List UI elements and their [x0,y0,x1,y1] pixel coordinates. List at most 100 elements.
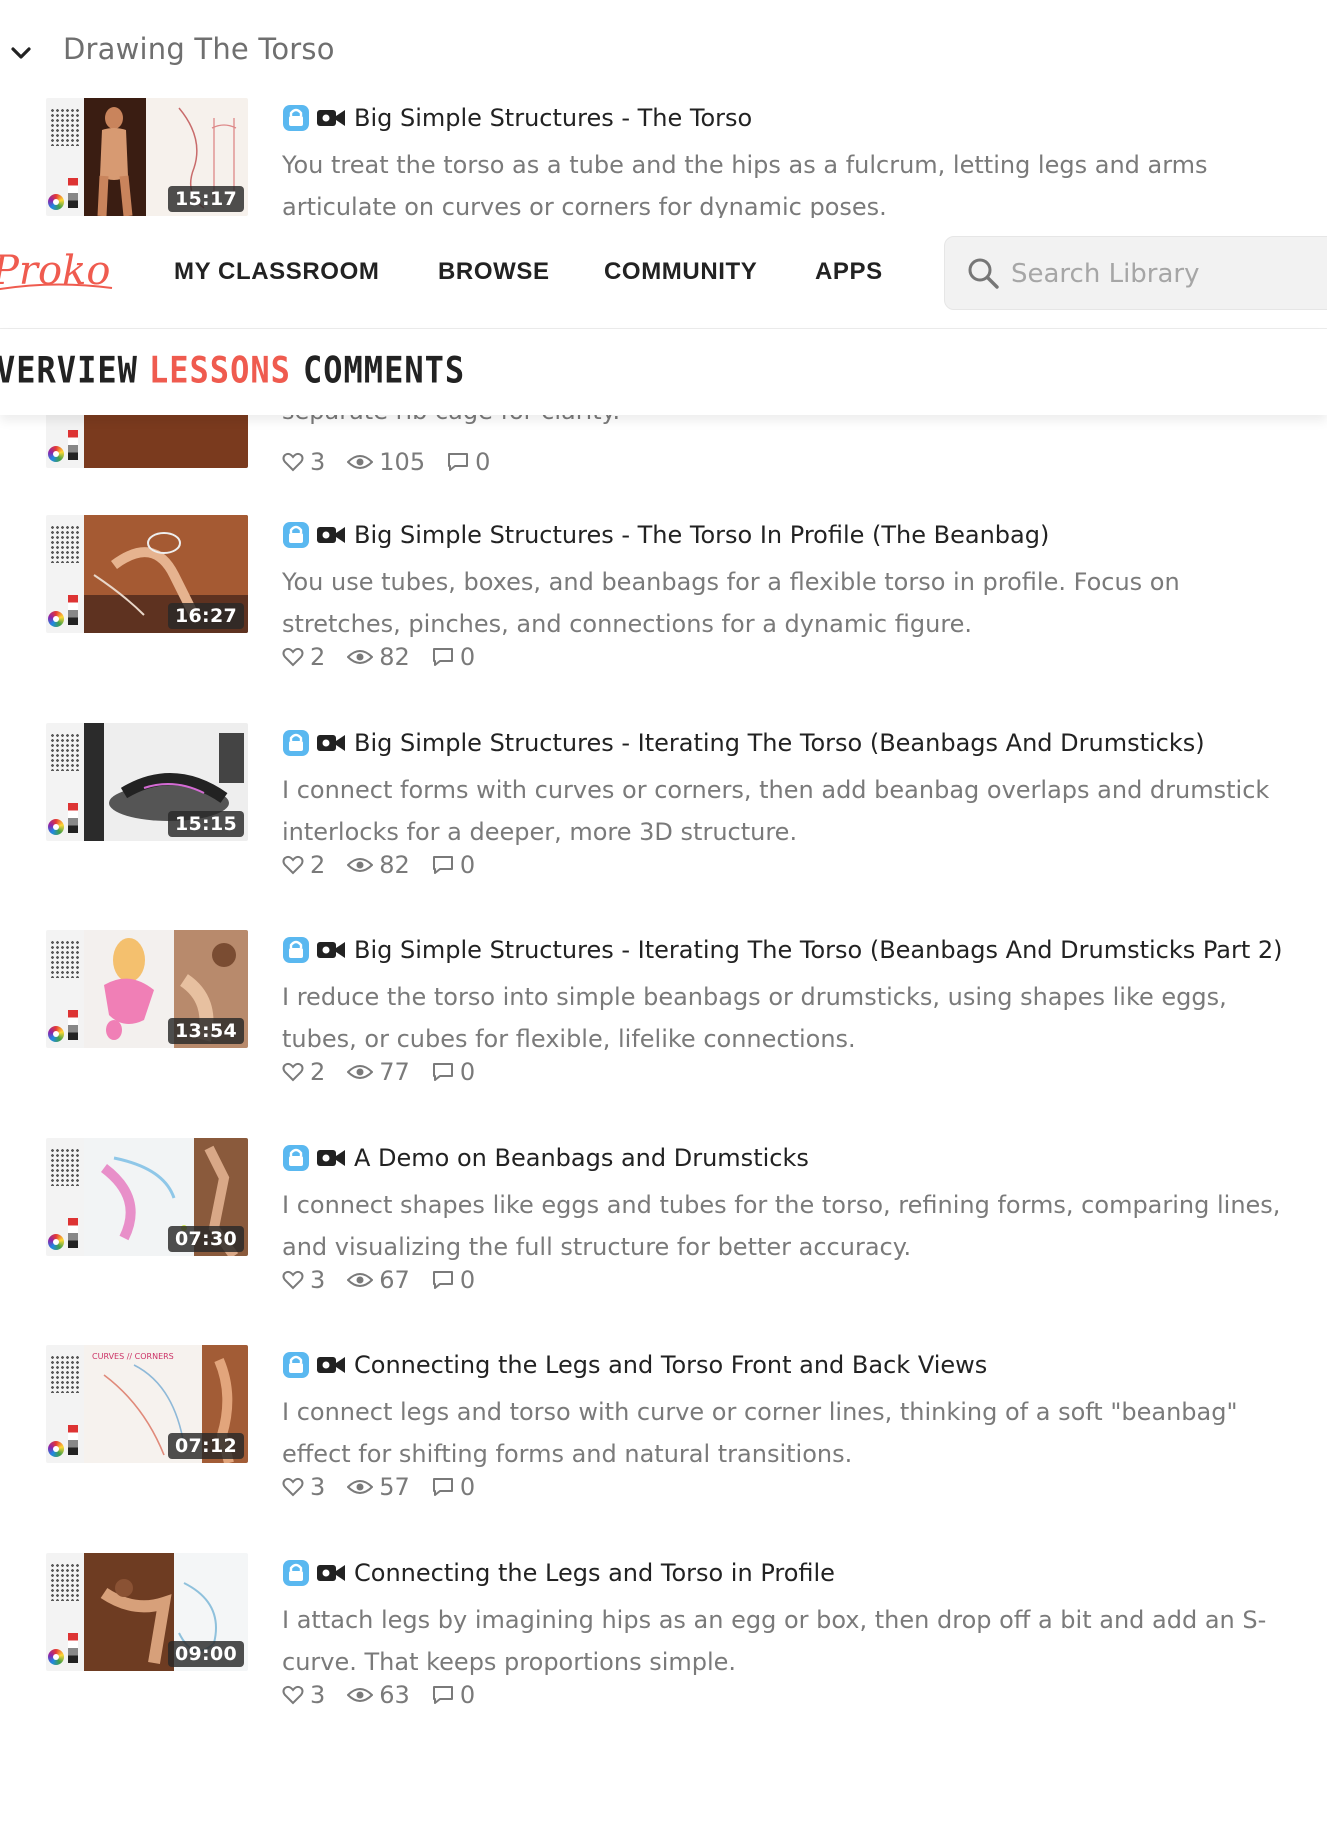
lesson-duration: 07:12 [168,1433,244,1459]
eye-icon [347,1273,374,1287]
lesson-thumbnail[interactable]: 07:30 [46,1138,248,1256]
comment-count: 0 [459,643,476,671]
lesson-thumbnail[interactable]: 15:15 [46,723,248,841]
heart-icon[interactable] [282,1477,304,1497]
lesson-duration: 09:00 [168,1641,244,1667]
lesson-stats: 2 77 0 [282,1058,497,1086]
thumbnail-toolbar [46,1138,85,1256]
nav-community[interactable]: COMMUNITY [604,258,757,286]
video-camera-icon [317,1150,345,1166]
search-box[interactable] [944,236,1327,310]
comment-icon[interactable] [432,1685,454,1705]
proko-logo[interactable]: Proko [0,242,122,302]
comment-count: 0 [475,448,491,476]
color-wheel-icon [48,1026,64,1042]
comment-icon[interactable] [432,647,454,667]
thumbnail-toolbar [46,98,85,216]
color-wheel-icon [48,1441,64,1457]
lesson-stats: 2 82 0 [282,851,497,879]
color-wheel-icon [48,611,64,627]
color-wheel-icon [48,194,64,210]
lesson-thumbnail[interactable]: 16:27 [46,515,248,633]
video-camera-icon [317,942,345,958]
tab-lessons[interactable]: LESSONS [149,348,291,392]
lesson-description: You treat the torso as a tube and the hi… [282,151,1208,221]
lesson-duration: 15:17 [168,186,244,212]
heart-icon[interactable] [282,1062,304,1082]
thumbnail-toolbar [46,1345,85,1463]
lesson-thumbnail[interactable]: 13:54 [46,930,248,1048]
thumbnail-toolbar [46,1553,85,1671]
course-tabs: VERVIEW LESSONS COMMENTS [0,329,1327,415]
video-camera-icon [317,527,345,543]
view-count: 105 [379,448,426,476]
lesson-description: I connect shapes like eggs and tubes for… [282,1191,1281,1261]
comment-icon[interactable] [432,1477,454,1497]
lesson-stats: 3 63 0 [282,1681,497,1709]
video-camera-icon [317,1565,345,1581]
lesson-stats: 3 105 0 [282,448,512,476]
comment-count: 0 [459,851,476,879]
lock-icon [283,1560,309,1586]
comment-icon[interactable] [432,1062,454,1082]
lesson-description: I attach legs by imagining hips as an eg… [282,1606,1267,1676]
search-icon [968,258,999,289]
top-navigation: Proko MY CLASSROOM BROWSE COMMUNITY APPS [0,218,1327,329]
lock-icon [283,522,309,548]
lesson-title[interactable]: A Demo on Beanbags and Drumsticks [354,1144,809,1172]
lesson-title[interactable]: Connecting the Legs and Torso Front and … [354,1351,987,1379]
heart-icon[interactable] [282,1270,304,1290]
nav-my-classroom[interactable]: MY CLASSROOM [174,258,379,286]
lock-icon [283,105,309,131]
comment-icon[interactable] [432,1270,454,1290]
eye-icon [347,1065,374,1079]
like-count: 3 [310,1473,326,1501]
lesson-duration: 07:30 [168,1226,244,1252]
tab-overview[interactable]: VERVIEW [0,348,138,392]
lesson-title[interactable]: Big Simple Structures - Iterating The To… [354,936,1283,964]
comment-count: 0 [459,1058,476,1086]
lesson-stats: 3 57 0 [282,1473,497,1501]
nav-browse[interactable]: BROWSE [438,258,550,286]
lesson-title[interactable]: Connecting the Legs and Torso in Profile [354,1559,835,1587]
lock-icon [283,730,309,756]
section-header[interactable]: Drawing The Torso [0,18,1327,88]
lock-icon [283,937,309,963]
chevron-down-icon[interactable] [8,40,34,66]
lesson-title[interactable]: Big Simple Structures - The Torso In Pro… [354,521,1049,549]
color-wheel-icon [48,819,64,835]
thumbnail-toolbar [46,930,85,1048]
view-count: 57 [379,1473,410,1501]
like-count: 3 [310,1681,326,1709]
comment-count: 0 [459,1473,476,1501]
heart-icon[interactable] [282,647,304,667]
like-count: 3 [310,448,326,476]
color-wheel-icon [48,1649,64,1665]
heart-icon[interactable] [282,452,304,472]
search-input[interactable] [1009,255,1313,293]
lesson-duration: 15:15 [168,811,244,837]
nav-apps[interactable]: APPS [815,258,883,286]
eye-icon [347,1688,374,1702]
lesson-title[interactable]: Big Simple Structures - The Torso [354,104,752,132]
lesson-title[interactable]: Big Simple Structures - Iterating The To… [354,729,1205,757]
view-count: 77 [379,1058,410,1086]
heart-icon[interactable] [282,855,304,875]
lock-icon [283,1145,309,1171]
comment-icon[interactable] [447,452,469,472]
color-wheel-icon [48,1234,64,1250]
lesson-thumbnail[interactable]: 09:00 [46,1553,248,1671]
view-count: 63 [379,1681,410,1709]
video-camera-icon [317,1357,345,1373]
lesson-thumbnail[interactable]: CURVES // CORNERS 07:12 [46,1345,248,1463]
heart-icon[interactable] [282,1685,304,1705]
comment-icon[interactable] [432,855,454,875]
like-count: 3 [310,1266,326,1294]
lesson-thumbnail[interactable]: 15:17 [46,98,248,216]
like-count: 2 [310,643,326,671]
tab-comments[interactable]: COMMENTS [303,348,465,392]
lesson-stats: 2 82 0 [282,643,497,671]
lock-icon [283,1352,309,1378]
thumbnail-toolbar [46,723,85,841]
thumbnail-toolbar [46,515,85,633]
